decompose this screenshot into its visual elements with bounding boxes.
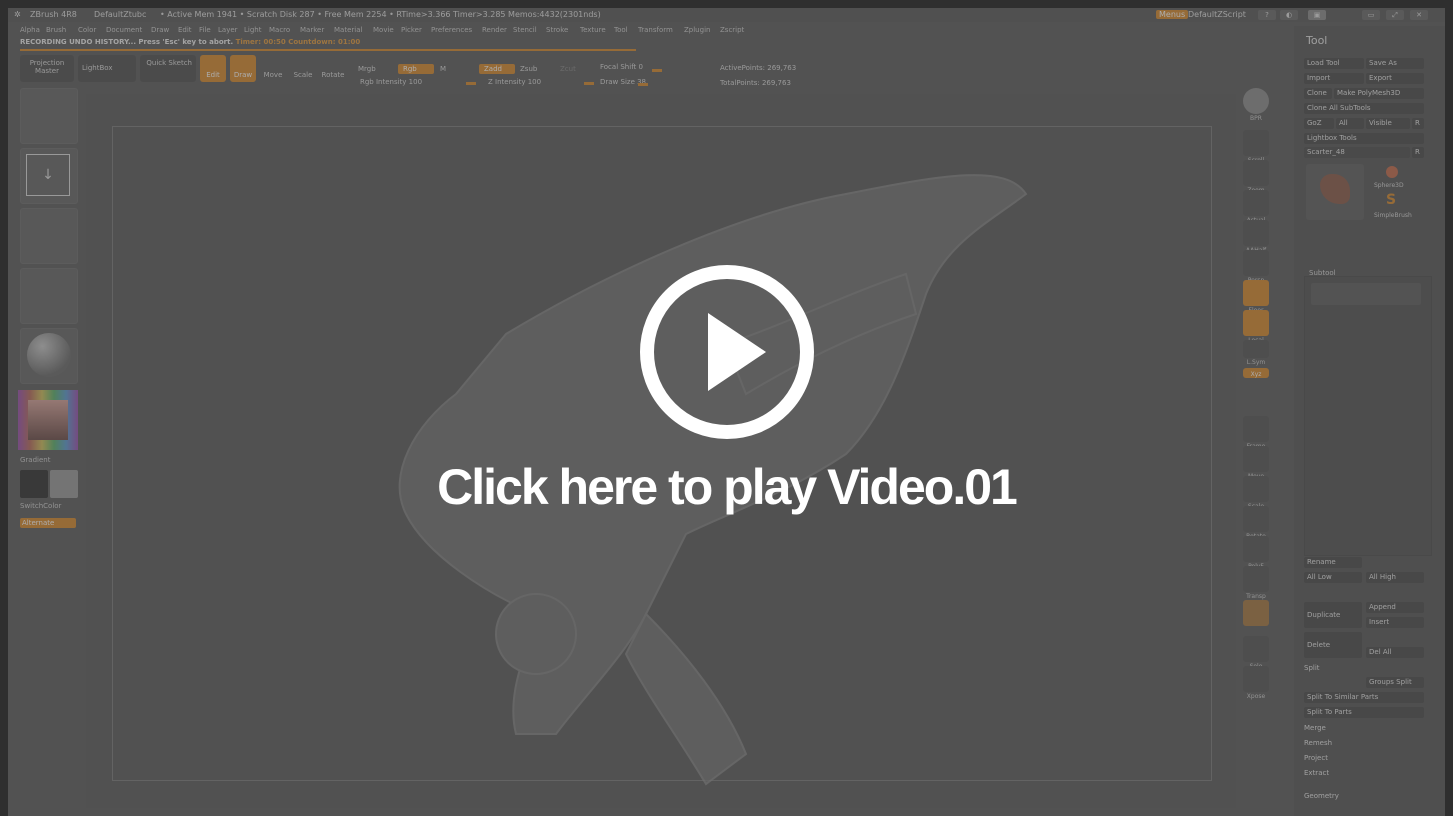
play-video-link[interactable]: Click here to play Video.01	[0, 458, 1453, 516]
play-icon[interactable]	[638, 263, 816, 441]
video-overlay: Click here to play Video.01	[0, 0, 1453, 816]
